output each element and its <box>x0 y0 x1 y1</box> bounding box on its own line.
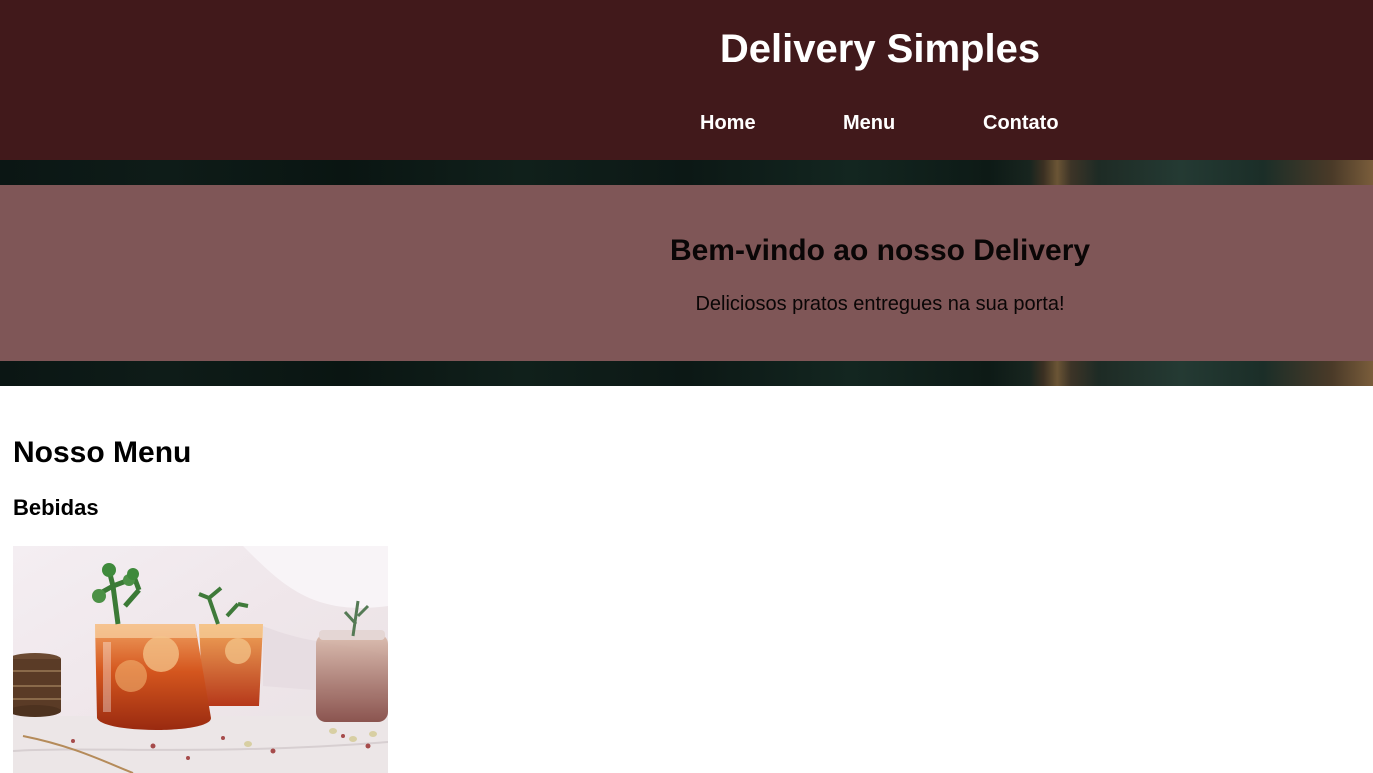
hero-banner: Bem-vindo ao nosso Delivery Deliciosos p… <box>0 160 1373 386</box>
hero-subtitle: Deliciosos pratos entregues na sua porta… <box>695 293 1065 315</box>
drinks-photo <box>13 546 388 773</box>
coaster-stack <box>13 653 61 717</box>
nav-link-contato[interactable]: Contato <box>983 110 1059 136</box>
site-header: Delivery Simples Home Menu Contato <box>0 0 1373 160</box>
site-title: Delivery Simples <box>719 27 1041 71</box>
menu-heading: Nosso Menu <box>13 436 192 469</box>
nav-link-menu[interactable]: Menu <box>843 110 895 136</box>
hero-title: Bem-vindo ao nosso Delivery <box>669 234 1091 267</box>
category-heading-bebidas: Bebidas <box>13 495 99 520</box>
hero-overlay: Bem-vindo ao nosso Delivery Deliciosos p… <box>0 185 1373 361</box>
nav-link-home[interactable]: Home <box>700 110 756 136</box>
main-nav: Home Menu Contato <box>680 110 1080 136</box>
